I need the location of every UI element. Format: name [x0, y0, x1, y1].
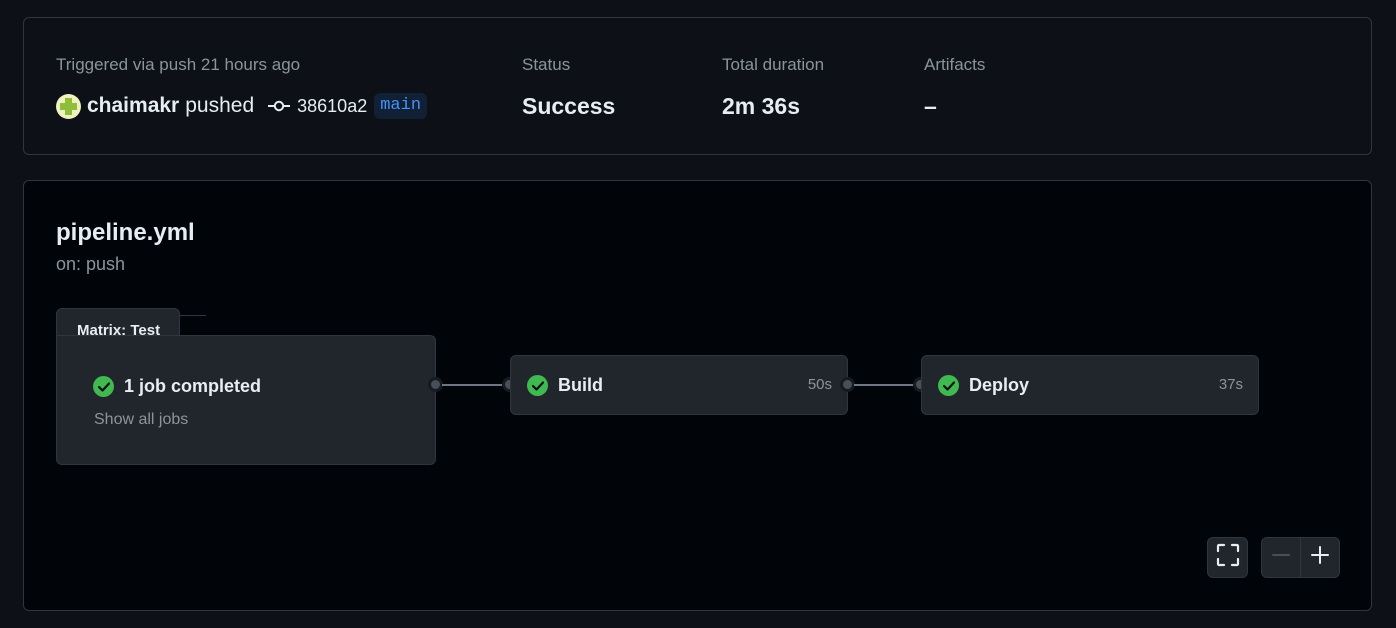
- zoom-out-button[interactable]: [1262, 538, 1300, 577]
- check-circle-icon: [938, 375, 959, 396]
- matrix-summary-row: 1 job completed: [93, 376, 261, 397]
- edge-build-deploy: [854, 384, 914, 386]
- status-section: Status Success: [522, 54, 615, 119]
- show-all-jobs-link[interactable]: Show all jobs: [94, 411, 188, 429]
- commit-sha-link[interactable]: 38610a2: [297, 96, 367, 117]
- job-name-build: Build: [558, 375, 603, 395]
- status-value: Success: [522, 93, 616, 119]
- job-card-deploy[interactable]: Deploy 37s: [921, 355, 1259, 415]
- job-card-build[interactable]: Build 50s: [510, 355, 848, 415]
- job-name-deploy: Deploy: [969, 375, 1030, 395]
- artifacts-section: Artifacts –: [924, 54, 986, 119]
- matrix-tab-divider: [180, 315, 206, 316]
- check-circle-icon: [527, 375, 548, 396]
- actor-link[interactable]: chaimakr: [87, 94, 179, 118]
- trigger-section: Triggered via push 21 hours ago chaimakr…: [56, 54, 428, 119]
- workflow-trigger: on: push: [56, 254, 126, 274]
- avatar[interactable]: [56, 93, 81, 119]
- trigger-details: chaimakr pushed 38610a2 main: [56, 91, 428, 121]
- matrix-job-group[interactable]: 1 job completed Show all jobs: [56, 335, 436, 465]
- git-commit-icon: [268, 99, 291, 113]
- zoom-controls: [1261, 537, 1340, 578]
- job-row-build: Build: [527, 375, 603, 396]
- build-output-port: [840, 377, 855, 392]
- plus-icon: [1310, 545, 1330, 570]
- job-row-deploy: Deploy: [938, 375, 1029, 396]
- matrix-summary-text: 1 job completed: [124, 376, 262, 396]
- edge-matrix-build: [442, 384, 502, 386]
- status-label: Status: [522, 55, 571, 74]
- job-duration-deploy: 37s: [1218, 376, 1243, 393]
- artifacts-value: –: [924, 93, 937, 119]
- fullscreen-icon: [1216, 543, 1240, 572]
- duration-section: Total duration 2m 36s: [722, 54, 825, 119]
- matrix-tab: Matrix: Test: [56, 308, 180, 339]
- trigger-label: Triggered via push 21 hours ago: [56, 55, 301, 74]
- job-duration-build: 50s: [807, 376, 832, 393]
- workflow-graph-panel: pipeline.yml on: push Matrix: Test 1 job…: [23, 180, 1372, 611]
- trigger-action: pushed: [185, 94, 255, 117]
- run-summary-panel: Triggered via push 21 hours ago chaimakr…: [23, 17, 1372, 155]
- artifacts-label: Artifacts: [924, 55, 986, 74]
- zoom-in-button[interactable]: [1301, 538, 1339, 577]
- check-circle-icon: [93, 376, 114, 397]
- workflow-file-title: pipeline.yml: [56, 219, 195, 246]
- matrix-output-port: [428, 377, 443, 392]
- minus-icon: [1271, 545, 1291, 570]
- duration-value: 2m 36s: [722, 93, 801, 119]
- branch-badge[interactable]: main: [374, 93, 428, 119]
- fullscreen-button[interactable]: [1207, 537, 1248, 578]
- duration-label: Total duration: [722, 55, 825, 74]
